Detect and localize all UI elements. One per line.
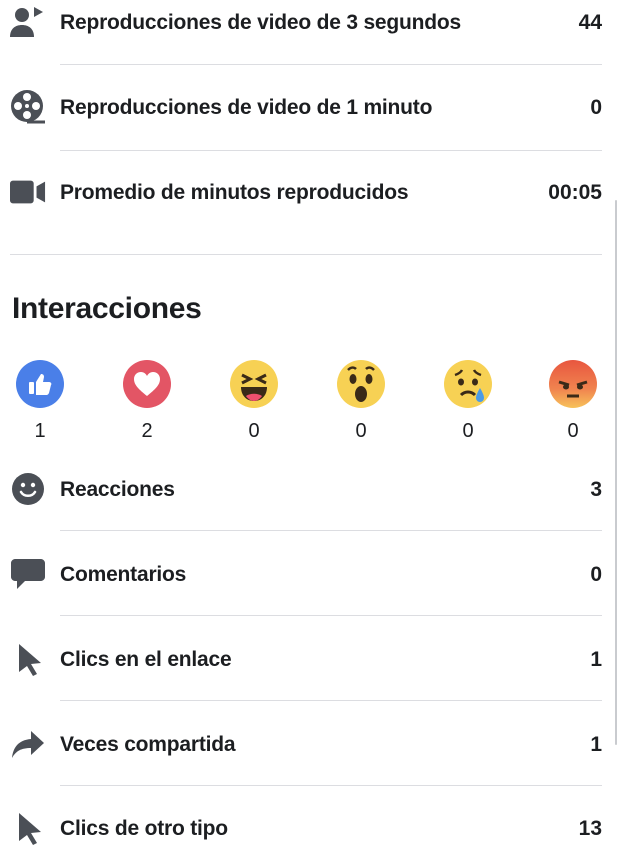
- share-arrow-icon: [10, 728, 46, 760]
- reaction-love: 2: [117, 360, 177, 443]
- reaction-count: 0: [567, 420, 579, 442]
- metric-value: 0: [590, 563, 602, 586]
- film-reel-icon: [10, 90, 46, 124]
- metric-value: 44: [578, 11, 602, 34]
- divider: [60, 700, 602, 701]
- divider: [60, 615, 602, 616]
- reaction-count: 0: [355, 420, 367, 442]
- sad-reaction-icon: [444, 360, 492, 408]
- metric-row-comments: Comentarios 0: [0, 554, 618, 594]
- like-reaction-icon: [16, 360, 64, 408]
- metric-label: Comentarios: [60, 563, 187, 586]
- metric-label: Reproducciones de video de 1 minuto: [60, 96, 433, 119]
- reaction-like: 1: [10, 360, 70, 443]
- wow-reaction-icon: [337, 360, 385, 408]
- metric-value: 00:05: [548, 181, 602, 204]
- scrollbar[interactable]: [615, 200, 617, 745]
- metric-value: 1: [590, 733, 602, 756]
- metric-row-reactions: Reacciones 3: [0, 469, 618, 509]
- metric-label: Clics en el enlace: [60, 648, 232, 671]
- reaction-sad: 0: [438, 360, 498, 443]
- comment-icon: [10, 558, 46, 590]
- metric-row-other-clicks: Clics de otro tipo 13: [0, 808, 618, 848]
- cursor-icon: [10, 643, 46, 676]
- divider: [60, 150, 602, 151]
- metric-row-shares: Veces compartida 1: [0, 724, 618, 764]
- cursor-icon: [10, 812, 46, 845]
- metric-row-avg-minutes: Promedio de minutos reproducidos 00:05: [0, 172, 618, 212]
- reaction-count: 0: [248, 420, 260, 442]
- reaction-count: 1: [34, 420, 46, 442]
- metric-row-link-clicks: Clics en el enlace 1: [0, 639, 618, 679]
- metric-row-3s-views: Reproducciones de video de 3 segundos 44: [0, 2, 618, 42]
- reaction-angry: 0: [543, 360, 603, 443]
- metric-value: 0: [590, 96, 602, 119]
- reaction-wow: 0: [331, 360, 391, 443]
- user-video-icon: [10, 6, 46, 38]
- metric-label: Veces compartida: [60, 733, 236, 756]
- divider: [60, 530, 602, 531]
- metric-value: 3: [590, 478, 602, 501]
- reaction-count: 0: [462, 420, 474, 442]
- smiley-icon: [10, 473, 46, 505]
- angry-reaction-icon: [549, 360, 597, 408]
- reaction-haha: 0: [224, 360, 284, 443]
- metric-label: Reacciones: [60, 478, 175, 501]
- divider: [60, 785, 602, 786]
- haha-reaction-icon: [230, 360, 278, 408]
- metric-value: 1: [590, 648, 602, 671]
- section-title: Interacciones: [12, 292, 202, 325]
- reaction-count: 2: [141, 420, 153, 442]
- metric-value: 13: [578, 817, 602, 840]
- metric-label: Promedio de minutos reproducidos: [60, 181, 409, 204]
- section-divider: [10, 254, 602, 255]
- metric-label: Clics de otro tipo: [60, 817, 228, 840]
- metric-label: Reproducciones de video de 3 segundos: [60, 11, 462, 34]
- metric-row-1min-views: Reproducciones de video de 1 minuto 0: [0, 87, 618, 127]
- divider: [60, 64, 602, 65]
- love-reaction-icon: [123, 360, 171, 408]
- video-camera-icon: [10, 176, 46, 208]
